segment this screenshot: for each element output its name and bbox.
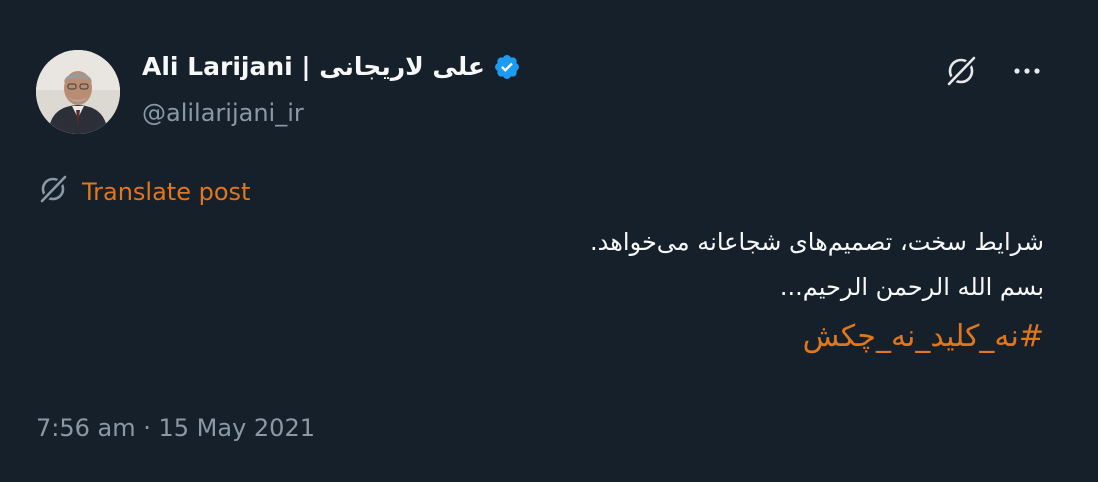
author-handle[interactable]: @alilarijani_ir <box>142 99 304 127</box>
translate-icon <box>36 172 70 212</box>
author-name-row[interactable]: Ali Larijani | علی لاریجانی <box>142 52 521 81</box>
more-icon[interactable] <box>1008 52 1046 90</box>
tweet-timestamp[interactable]: 7:56 am · 15 May 2021 <box>36 414 315 442</box>
tweet-line-2: بسم الله الرحمن الرحیم... <box>779 273 1044 301</box>
verified-badge-icon[interactable] <box>493 53 521 81</box>
grok-icon[interactable] <box>942 52 980 90</box>
author-display-name[interactable]: Ali Larijani | علی لاریجانی <box>142 52 485 81</box>
tweet-actions <box>942 52 1046 90</box>
tweet-line-1: شرایط سخت، تصمیم‌های شجاعانه می‌خواهد. <box>590 228 1044 256</box>
avatar[interactable] <box>36 50 120 134</box>
translate-label[interactable]: Translate post <box>82 178 250 206</box>
tweet-card: Ali Larijani | علی لاریجانی @alilarijani… <box>0 0 1098 482</box>
translate-post-link[interactable]: Translate post <box>36 172 250 212</box>
hashtag-link[interactable]: #نه_کلید_نه_چکش <box>284 310 1044 364</box>
tweet-text: شرایط سخت، تصمیم‌های شجاعانه می‌خواهد. ب… <box>284 220 1044 364</box>
